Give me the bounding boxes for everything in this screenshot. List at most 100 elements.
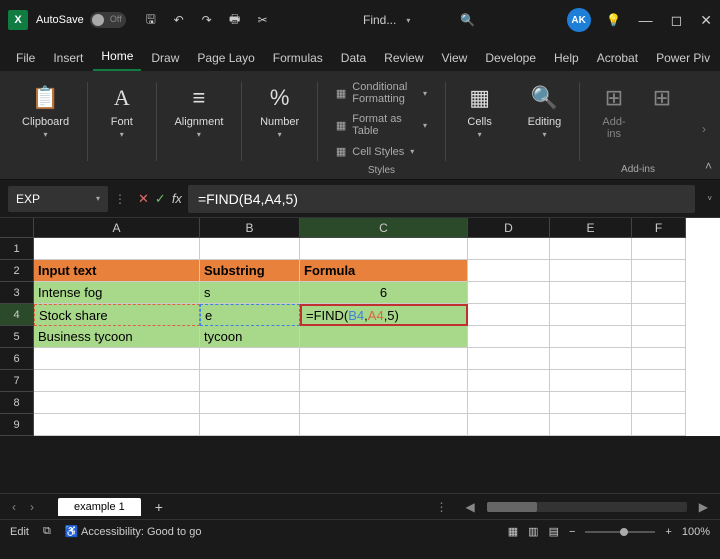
- row-header-7[interactable]: 7: [0, 370, 34, 392]
- cell-b5[interactable]: tycoon: [200, 326, 300, 348]
- cell[interactable]: [34, 348, 200, 370]
- tab-acrobat[interactable]: Acrobat: [589, 45, 646, 71]
- page-layout-view-button[interactable]: ▥: [528, 525, 538, 538]
- cell[interactable]: [200, 370, 300, 392]
- collapse-ribbon-button[interactable]: ˄: [705, 159, 712, 173]
- cell[interactable]: [632, 392, 686, 414]
- more-addins-button[interactable]: ⊞: [640, 78, 684, 118]
- cell-a4[interactable]: Stock share: [34, 304, 200, 326]
- formula-input[interactable]: =FIND(B4,A4,5): [188, 185, 695, 213]
- scroll-left-button[interactable]: ◀: [462, 500, 479, 514]
- cell[interactable]: [468, 260, 550, 282]
- cell[interactable]: [468, 348, 550, 370]
- select-all-corner[interactable]: [0, 218, 34, 238]
- cell[interactable]: [550, 260, 632, 282]
- cell[interactable]: [550, 282, 632, 304]
- cell[interactable]: [300, 392, 468, 414]
- addins-button[interactable]: ⊞ Add-ins: [592, 78, 636, 144]
- cell[interactable]: [550, 304, 632, 326]
- tab-help[interactable]: Help: [546, 45, 587, 71]
- cell[interactable]: [632, 326, 686, 348]
- col-header-b[interactable]: B: [200, 218, 300, 238]
- col-header-c[interactable]: C: [300, 218, 468, 238]
- lightbulb-icon[interactable]: 💡: [605, 11, 623, 29]
- row-header-9[interactable]: 9: [0, 414, 34, 436]
- cell[interactable]: [632, 304, 686, 326]
- cell[interactable]: [550, 392, 632, 414]
- tab-view[interactable]: View: [434, 45, 476, 71]
- ribbon-overflow-button[interactable]: ›: [696, 118, 712, 140]
- cell[interactable]: [632, 348, 686, 370]
- normal-view-button[interactable]: ▦: [508, 525, 518, 538]
- close-button[interactable]: ✕: [700, 12, 712, 29]
- cell-a5[interactable]: Business tycoon: [34, 326, 200, 348]
- cancel-formula-button[interactable]: ✕: [138, 191, 149, 207]
- row-header-4[interactable]: 4: [0, 304, 34, 326]
- redo-icon[interactable]: ↷: [198, 11, 216, 29]
- col-header-d[interactable]: D: [468, 218, 550, 238]
- cell[interactable]: [550, 238, 632, 260]
- tab-menu-icon[interactable]: ⋮: [436, 500, 448, 514]
- cell[interactable]: [632, 238, 686, 260]
- prev-sheet-button[interactable]: ‹: [8, 500, 20, 514]
- autosave-toggle[interactable]: AutoSave Off: [36, 12, 126, 28]
- font-button[interactable]: A Font▾: [100, 78, 144, 144]
- tab-data[interactable]: Data: [333, 45, 374, 71]
- cell[interactable]: [468, 238, 550, 260]
- cell[interactable]: [200, 414, 300, 436]
- maximize-button[interactable]: ◻: [671, 12, 683, 29]
- cell[interactable]: [468, 414, 550, 436]
- tab-file[interactable]: File: [8, 45, 43, 71]
- cell[interactable]: [550, 414, 632, 436]
- row-header-3[interactable]: 3: [0, 282, 34, 304]
- tab-developer[interactable]: Develope: [477, 45, 544, 71]
- camera-icon[interactable]: ⧉: [43, 525, 51, 538]
- cell[interactable]: [550, 370, 632, 392]
- cell[interactable]: [632, 370, 686, 392]
- cell-c5[interactable]: [300, 326, 468, 348]
- cell[interactable]: [632, 282, 686, 304]
- cell[interactable]: [468, 282, 550, 304]
- user-avatar[interactable]: AK: [567, 8, 591, 32]
- print-icon[interactable]: 🖶: [226, 11, 244, 29]
- cell[interactable]: [468, 326, 550, 348]
- sheet-tab-active[interactable]: example 1: [58, 498, 141, 516]
- cut-icon[interactable]: ✂: [254, 11, 272, 29]
- clipboard-button[interactable]: 📋 Clipboard▾: [16, 78, 75, 144]
- cell-b3[interactable]: s: [200, 282, 300, 304]
- row-header-8[interactable]: 8: [0, 392, 34, 414]
- expand-formula-icon[interactable]: ˅: [707, 194, 712, 203]
- col-header-a[interactable]: A: [34, 218, 200, 238]
- tab-draw[interactable]: Draw: [143, 45, 187, 71]
- search-icon[interactable]: 🔍: [460, 13, 475, 27]
- accessibility-status[interactable]: ♿ Accessibility: Good to go: [65, 525, 202, 538]
- cell[interactable]: [550, 348, 632, 370]
- cell[interactable]: [632, 260, 686, 282]
- cell-b4[interactable]: e: [200, 304, 300, 326]
- cell[interactable]: [550, 326, 632, 348]
- minimize-button[interactable]: —: [639, 12, 653, 28]
- undo-icon[interactable]: ↶: [170, 11, 188, 29]
- name-box[interactable]: EXP▾: [8, 186, 108, 212]
- col-header-f[interactable]: F: [632, 218, 686, 238]
- row-header-5[interactable]: 5: [0, 326, 34, 348]
- cell[interactable]: [200, 392, 300, 414]
- save-icon[interactable]: 🖫: [142, 11, 160, 29]
- cell[interactable]: [300, 414, 468, 436]
- cell[interactable]: [300, 238, 468, 260]
- toggle-switch[interactable]: Off: [90, 12, 126, 28]
- cell[interactable]: [468, 304, 550, 326]
- col-header-e[interactable]: E: [550, 218, 632, 238]
- cell-c3[interactable]: 6: [300, 282, 468, 304]
- cell[interactable]: [300, 348, 468, 370]
- tab-power-pivot[interactable]: Power Piv: [648, 45, 718, 71]
- row-header-2[interactable]: 2: [0, 260, 34, 282]
- zoom-level[interactable]: 100%: [682, 526, 710, 538]
- cell[interactable]: [468, 392, 550, 414]
- confirm-formula-button[interactable]: ✓: [155, 191, 166, 207]
- document-title[interactable]: Find...: [363, 13, 396, 27]
- title-chevron-icon[interactable]: ▾: [406, 16, 410, 25]
- cell[interactable]: [468, 370, 550, 392]
- zoom-slider[interactable]: [585, 531, 655, 533]
- tab-home[interactable]: Home: [93, 43, 141, 71]
